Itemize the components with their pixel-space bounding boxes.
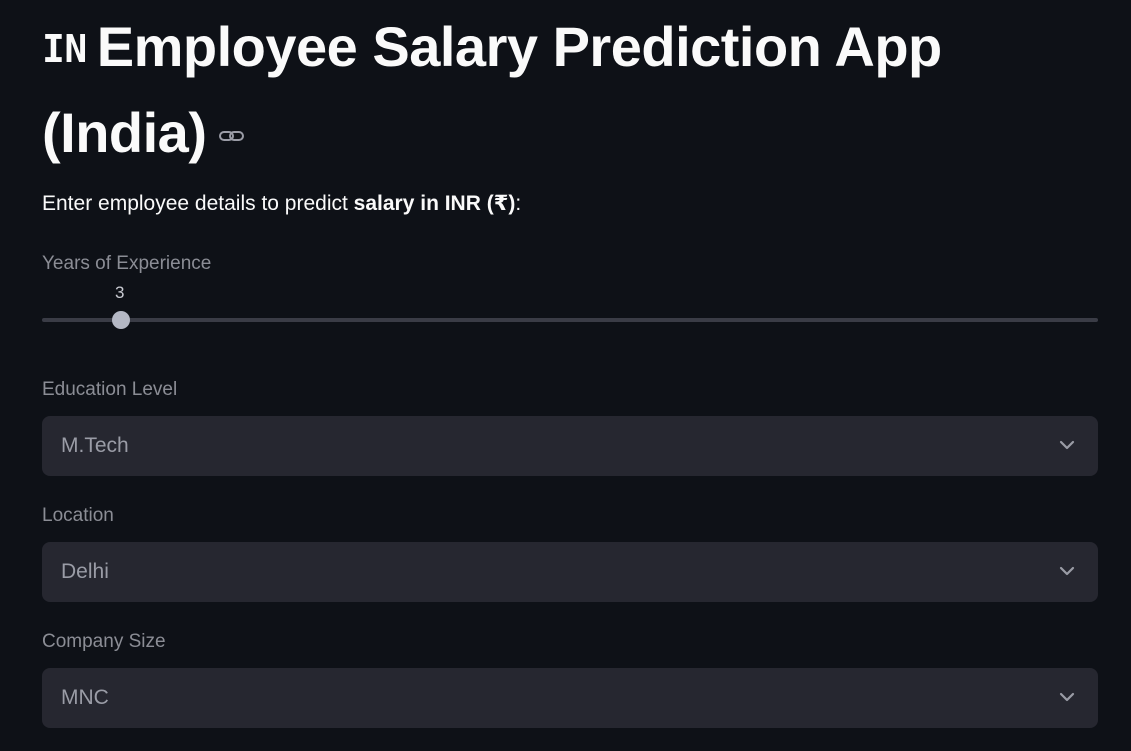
education-select[interactable]: M.Tech (42, 416, 1098, 476)
experience-slider-thumb[interactable] (112, 311, 131, 329)
chevron-down-icon (1059, 440, 1075, 450)
intro-suffix: : (515, 192, 522, 215)
experience-value: 3 (115, 283, 125, 302)
location-label: Location (42, 505, 114, 526)
location-select[interactable]: Delhi (42, 542, 1098, 602)
intro-prefix: Enter employee details to predict (42, 192, 354, 215)
location-selected-value: Delhi (61, 560, 109, 583)
intro-text: Enter employee details to predict salary… (42, 191, 521, 216)
education-selected-value: M.Tech (61, 434, 129, 457)
page-title-text: Employee Salary Prediction App (India) (42, 15, 942, 164)
india-flag-emoji: IN (42, 27, 87, 71)
company-size-select[interactable]: MNC (42, 668, 1098, 728)
chevron-down-icon (1059, 692, 1075, 702)
link-icon[interactable] (218, 88, 246, 141)
experience-label: Years of Experience (42, 253, 212, 274)
company-size-selected-value: MNC (61, 686, 109, 709)
intro-bold: salary in INR (₹) (353, 192, 516, 215)
page-title: IN Employee Salary Prediction App (India) (42, 8, 1102, 172)
chevron-down-icon (1059, 566, 1075, 576)
company-size-label: Company Size (42, 631, 166, 652)
experience-slider-track[interactable] (42, 318, 1098, 322)
education-label: Education Level (42, 379, 178, 400)
